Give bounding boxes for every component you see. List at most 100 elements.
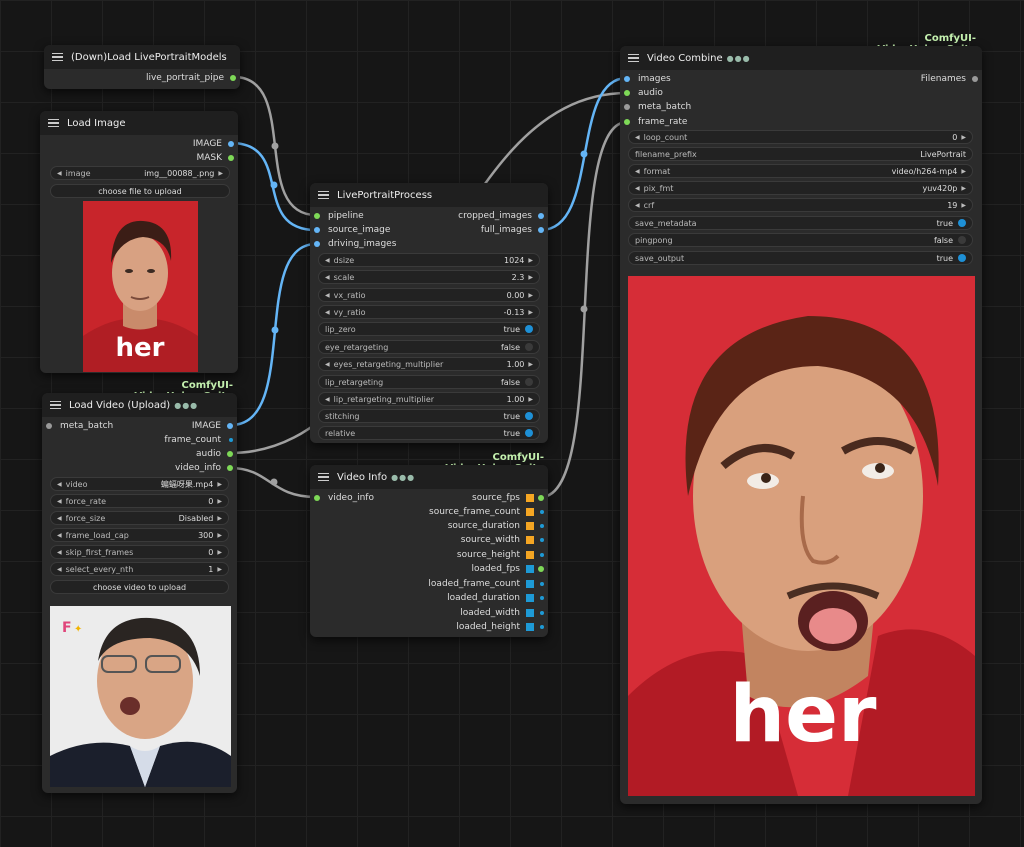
- arrow-right-icon[interactable]: ▶: [528, 361, 533, 368]
- node-header[interactable]: Load Image: [40, 111, 238, 135]
- menu-icon[interactable]: [50, 400, 61, 410]
- arrow-right-icon[interactable]: ▶: [528, 309, 533, 316]
- vx-ratio-widget[interactable]: ◀ vx_ratio 0.00 ▶: [318, 288, 540, 302]
- arrow-right-icon[interactable]: ▶: [528, 396, 533, 403]
- output-loaded-duration[interactable]: loaded_duration: [447, 592, 544, 604]
- output-cropped-images[interactable]: cropped_images: [458, 210, 544, 222]
- arrow-right-icon[interactable]: ▶: [217, 532, 222, 539]
- arrow-left-icon[interactable]: ◀: [57, 515, 62, 522]
- frame-load-cap-widget[interactable]: ◀ frame_load_cap 300 ▶: [50, 528, 229, 542]
- input-pipeline[interactable]: pipeline: [314, 210, 364, 222]
- input-source-image[interactable]: source_image: [314, 224, 390, 236]
- output-image[interactable]: IMAGE: [193, 138, 234, 150]
- node-header[interactable]: (Down)Load LivePortraitModels: [44, 45, 240, 69]
- input-driving-images[interactable]: driving_images: [314, 238, 396, 250]
- arrow-left-icon[interactable]: ◀: [325, 257, 330, 264]
- scale-widget[interactable]: ◀ scale 2.3 ▶: [318, 270, 540, 284]
- save-metadata-toggle[interactable]: save_metadata true: [628, 216, 973, 230]
- output-mask[interactable]: MASK: [196, 152, 234, 164]
- input-meta-batch[interactable]: meta_batch: [46, 420, 113, 432]
- node-video-combine[interactable]: Video Combine ●●● images audio meta_batc…: [620, 46, 982, 804]
- node-load-video[interactable]: Load Video (Upload) ●●● meta_batch IMAGE…: [42, 393, 237, 793]
- arrow-right-icon[interactable]: ▶: [217, 566, 222, 573]
- arrow-right-icon[interactable]: ▶: [218, 170, 223, 177]
- menu-icon[interactable]: [48, 118, 59, 128]
- arrow-left-icon[interactable]: ◀: [325, 309, 330, 316]
- force-rate-widget[interactable]: ◀ force_rate 0 ▶: [50, 494, 229, 508]
- stitching-toggle[interactable]: stitching true: [318, 409, 540, 423]
- output-source-frame-count[interactable]: source_frame_count: [429, 506, 544, 518]
- format-combo[interactable]: ◀ format video/h264-mp4 ▶: [628, 164, 973, 178]
- lip-retargeting-toggle[interactable]: lip_retargeting false: [318, 375, 540, 389]
- output-filenames[interactable]: Filenames: [921, 73, 978, 85]
- select-every-nth-widget[interactable]: ◀ select_every_nth 1 ▶: [50, 562, 229, 576]
- arrow-right-icon[interactable]: ▶: [528, 292, 533, 299]
- menu-icon[interactable]: [318, 190, 329, 200]
- arrow-right-icon[interactable]: ▶: [217, 498, 222, 505]
- output-source-fps[interactable]: source_fps: [472, 492, 544, 504]
- output-source-duration[interactable]: source_duration: [448, 520, 544, 532]
- node-header[interactable]: Load Video (Upload) ●●●: [42, 393, 237, 417]
- save-output-toggle[interactable]: save_output true: [628, 251, 973, 265]
- input-frame-rate[interactable]: frame_rate: [624, 116, 687, 128]
- output-audio[interactable]: audio: [196, 448, 233, 460]
- output-full-images[interactable]: full_images: [481, 224, 544, 236]
- arrow-left-icon[interactable]: ◀: [635, 202, 640, 209]
- output-source-width[interactable]: source_width: [461, 534, 544, 546]
- arrow-right-icon[interactable]: ▶: [217, 515, 222, 522]
- input-video-info[interactable]: video_info: [314, 492, 374, 504]
- relative-toggle[interactable]: relative true: [318, 426, 540, 440]
- node-load-models[interactable]: (Down)Load LivePortraitModels live_portr…: [44, 45, 240, 89]
- output-loaded-width[interactable]: loaded_width: [460, 607, 544, 619]
- arrow-right-icon[interactable]: ▶: [217, 481, 222, 488]
- choose-file-button[interactable]: choose file to upload: [50, 184, 230, 198]
- video-combo[interactable]: ◀ video 蝙蝠呀果.mp4 ▶: [50, 477, 229, 491]
- input-meta-batch[interactable]: meta_batch: [624, 101, 691, 113]
- node-header[interactable]: Video Info ●●●: [310, 465, 548, 489]
- arrow-left-icon[interactable]: ◀: [325, 274, 330, 281]
- output-image[interactable]: IMAGE: [192, 420, 233, 432]
- node-header[interactable]: Video Combine ●●●: [620, 46, 982, 70]
- force-size-widget[interactable]: ◀ force_size Disabled ▶: [50, 511, 229, 525]
- node-header[interactable]: LivePortraitProcess: [310, 183, 548, 207]
- arrow-left-icon[interactable]: ◀: [57, 170, 62, 177]
- eye-retargeting-toggle[interactable]: eye_retargeting false: [318, 340, 540, 354]
- vy-ratio-widget[interactable]: ◀ vy_ratio -0.13 ▶: [318, 305, 540, 319]
- input-audio[interactable]: audio: [624, 87, 663, 99]
- pix-fmt-combo[interactable]: ◀ pix_fmt yuv420p ▶: [628, 181, 973, 195]
- pingpong-toggle[interactable]: pingpong false: [628, 233, 973, 247]
- skip-first-frames-widget[interactable]: ◀ skip_first_frames 0 ▶: [50, 545, 229, 559]
- output-loaded-height[interactable]: loaded_height: [456, 621, 544, 633]
- arrow-right-icon[interactable]: ▶: [217, 549, 222, 556]
- output-video-info[interactable]: video_info: [175, 462, 233, 474]
- output-live-portrait-pipe[interactable]: live_portrait_pipe: [146, 72, 236, 84]
- loop-count-widget[interactable]: ◀ loop_count 0 ▶: [628, 130, 973, 144]
- arrow-left-icon[interactable]: ◀: [635, 134, 640, 141]
- menu-icon[interactable]: [628, 53, 639, 63]
- arrow-left-icon[interactable]: ◀: [325, 361, 330, 368]
- filename-prefix-field[interactable]: filename_prefix LivePortrait: [628, 147, 973, 161]
- arrow-left-icon[interactable]: ◀: [635, 185, 640, 192]
- lip-zero-toggle[interactable]: lip_zero true: [318, 322, 540, 336]
- eyes-retargeting-multiplier-widget[interactable]: ◀ eyes_retargeting_multiplier 1.00 ▶: [318, 357, 540, 371]
- output-frame-count[interactable]: frame_count: [164, 434, 233, 446]
- choose-video-button[interactable]: choose video to upload: [50, 580, 229, 594]
- lip-retargeting-multiplier-widget[interactable]: ◀ lip_retargeting_multiplier 1.00 ▶: [318, 392, 540, 406]
- arrow-left-icon[interactable]: ◀: [635, 168, 640, 175]
- arrow-left-icon[interactable]: ◀: [57, 566, 62, 573]
- output-loaded-fps[interactable]: loaded_fps: [471, 563, 544, 575]
- arrow-left-icon[interactable]: ◀: [57, 498, 62, 505]
- arrow-left-icon[interactable]: ◀: [325, 292, 330, 299]
- arrow-right-icon[interactable]: ▶: [961, 185, 966, 192]
- arrow-right-icon[interactable]: ▶: [961, 168, 966, 175]
- node-video-info[interactable]: Video Info ●●● video_info source_fps sou…: [310, 465, 548, 637]
- arrow-right-icon[interactable]: ▶: [961, 134, 966, 141]
- arrow-right-icon[interactable]: ▶: [528, 257, 533, 264]
- arrow-left-icon[interactable]: ◀: [57, 549, 62, 556]
- output-source-height[interactable]: source_height: [457, 549, 544, 561]
- arrow-right-icon[interactable]: ▶: [961, 202, 966, 209]
- menu-icon[interactable]: [52, 52, 63, 62]
- arrow-left-icon[interactable]: ◀: [57, 532, 62, 539]
- arrow-left-icon[interactable]: ◀: [325, 396, 330, 403]
- input-images[interactable]: images: [624, 73, 671, 85]
